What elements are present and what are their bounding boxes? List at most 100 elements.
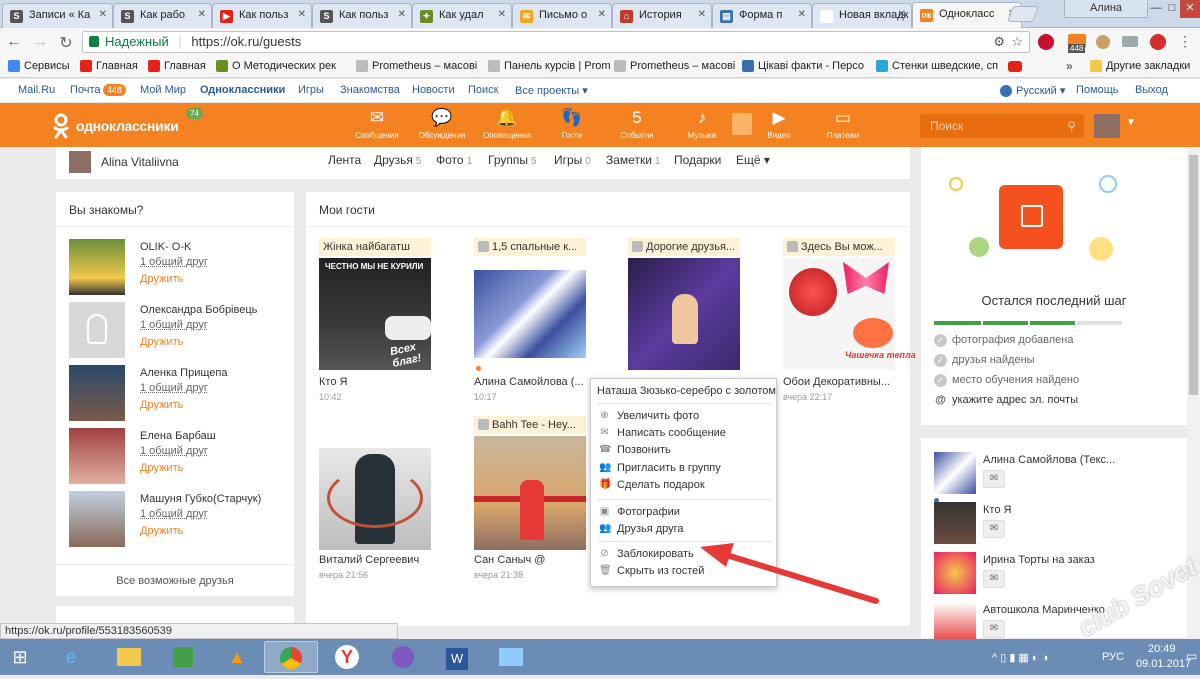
guest-photo[interactable] [474,436,586,550]
guest-name[interactable]: Кто Я [319,376,449,388]
games-link[interactable]: Игры [298,84,324,96]
avatar[interactable] [69,302,125,358]
other-bookmarks[interactable]: Другие закладки [1090,60,1190,72]
guest-card[interactable]: 1,5 спальные к... Алина Самойлова (... 1… [474,238,586,408]
guest-photo[interactable] [628,258,740,370]
avatar[interactable] [69,365,125,421]
profile-tab[interactable]: Друзья 5 [374,153,421,167]
youtube-bookmark-icon[interactable] [1008,61,1022,72]
search-icon[interactable]: ⚲ [1067,114,1076,138]
guest-name[interactable]: Алина Самойлова (... [474,376,604,388]
opera-ext-icon[interactable] [1038,34,1054,50]
nav-bell[interactable]: 🔔 Оповещения [482,107,532,140]
common-friends-link[interactable]: 1 общий друг [140,445,208,457]
bookmark-item[interactable]: Prometheus – масові [356,60,477,72]
tray-date[interactable]: 09.01.2017 [1136,658,1191,670]
browser-user-chip[interactable]: Алина [1064,0,1148,18]
ok-search-input[interactable]: Поиск ⚲ [920,114,1084,138]
language-select[interactable]: Русский ▾ [1016,84,1065,97]
menu-item-envelope[interactable]: ✉ Написать сообщение [591,426,776,442]
bookmark-item[interactable]: Главная [80,60,138,72]
menu-item-phone[interactable]: ☎ Позвонить [591,443,776,459]
add-friend-link[interactable]: Дружить [140,336,183,348]
guest-thumb[interactable] [934,602,976,644]
tab-close-icon[interactable]: ✕ [398,9,406,20]
avatar[interactable] [69,491,125,547]
common-friends-link[interactable]: 1 общий друг [140,382,208,394]
common-friends-link[interactable]: 1 общий друг [140,508,208,520]
guest-card[interactable]: Bahh Tee - Hey... Сан Саныч @ вчера 21:3… [474,416,586,586]
maximize-button[interactable]: □ [1164,0,1180,18]
bookmark-item[interactable]: Prometheus – масові [614,60,735,72]
tab-close-icon[interactable]: ✕ [898,9,906,20]
profile-avatar[interactable] [69,151,91,173]
guest-photo[interactable]: ЧЕСТНО МЫ НЕ КУРИЛИ Всех благ! [319,258,431,370]
profile-tab[interactable]: Фото 1 [436,153,472,167]
menu-item-photo[interactable]: ▣ Фотографии [591,505,776,521]
right-guest-item[interactable]: Кто Я ✉ [921,502,1187,550]
tab-close-icon[interactable]: ✕ [99,9,107,20]
profile-tab[interactable]: Группы 5 [488,153,537,167]
menu-item-group[interactable]: 👥 Пригласить в группу [591,461,776,477]
profile-tab[interactable]: Игры 0 [554,153,591,167]
add-friend-link[interactable]: Дружить [140,273,183,285]
store-icon[interactable] [156,641,210,673]
browser-tab[interactable]: ▶ Как польз ✕ [212,3,312,28]
common-friends-link[interactable]: 1 общий друг [140,256,208,268]
minimize-button[interactable]: — [1148,0,1164,18]
bookmark-item[interactable]: О Методических рек [216,60,336,72]
tab-close-icon[interactable]: ✕ [798,9,806,20]
bookmark-item[interactable]: Стенки шведские, сп [876,60,998,72]
photos-icon[interactable] [484,641,538,673]
guest-card[interactable]: Здесь Вы мож... Чашечка тепла Обои Декор… [783,238,916,408]
friend-suggestion[interactable]: Аленка Прищепа 1 общий друг Дружить [56,365,294,425]
cast-ext-icon[interactable] [1122,36,1138,47]
extension-icon[interactable]: ⚙ [993,32,1005,52]
video-play-icon[interactable] [732,113,752,135]
guest-name[interactable]: Сан Саныч @ [474,554,604,566]
avatar[interactable] [69,239,125,295]
profile-tab[interactable]: Ещё ▾ [736,153,773,167]
bookmark-item[interactable]: Главная [148,60,206,72]
avatar[interactable] [69,428,125,484]
browser-tab[interactable]: ⌂ История ✕ [612,3,712,28]
nav-video[interactable]: ▶ Видео [754,107,804,140]
message-button[interactable]: ✉ [983,570,1005,588]
word-icon[interactable]: W [430,641,484,673]
browser-tab[interactable]: ✉ Письмо о ✕ [512,3,612,28]
close-window-button[interactable]: ✕ [1180,0,1200,18]
tray-icons[interactable]: ^ ▯ ▮ ▦ ◐ ◑ [992,651,1048,664]
friend-suggestion[interactable]: OLIK- O-K 1 общий друг Дружить [56,239,294,299]
vlc-icon[interactable]: ▲ [210,641,264,673]
friend-suggestion[interactable]: Олександра Бобрівець 1 общий друг Дружить [56,302,294,362]
right-guest-item[interactable]: Алина Самойлова (Текс... ✉ [921,452,1187,503]
profile-tab[interactable]: Подарки [674,153,724,167]
browser-tab[interactable]: ✦ Как удал ✕ [412,3,512,28]
dating-link[interactable]: Знакомства [340,84,400,96]
guest-card[interactable]: Виталий Сергеевич вчера 21:56 [319,416,431,586]
search-link[interactable]: Поиск [468,84,498,96]
notifications-icon[interactable]: ▭ [1186,649,1197,663]
guest-thumb[interactable] [934,452,976,494]
start-icon[interactable]: ⊞ [0,641,40,673]
tab-close-icon[interactable]: ✕ [698,9,706,20]
cookie-ext-icon[interactable] [1096,35,1110,49]
guest-photo[interactable]: Чашечка тепла [783,258,916,370]
my-world-link[interactable]: Мой Мир [140,84,186,96]
forward-icon[interactable]: → [30,33,50,51]
add-friend-link[interactable]: Дружить [140,525,183,537]
mailru-link[interactable]: Mail.Ru [18,84,55,96]
ok-logo[interactable]: одноклассники 74 [52,108,203,139]
user-avatar[interactable] [1094,114,1120,138]
add-friend-link[interactable]: Дружить [140,399,183,411]
nav-events[interactable]: 5 События [612,107,662,140]
tab-close-icon[interactable]: ✕ [598,9,606,20]
tray-time[interactable]: 20:49 [1148,643,1176,655]
guest-card[interactable]: Жінка найбагатш ЧЕСТНО МЫ НЕ КУРИЛИ Всех… [319,238,431,408]
browser-tab[interactable]: S Как рабо ✕ [113,3,212,28]
checklist-item[interactable]: @ укажите адрес эл. почты [934,394,1078,407]
all-friends-link[interactable]: Все возможные друзья [56,575,294,587]
menu-item-gift[interactable]: 🎁 Сделать подарок [591,478,776,494]
explorer-icon[interactable] [102,641,156,673]
mail-link[interactable]: Почта [70,84,101,96]
